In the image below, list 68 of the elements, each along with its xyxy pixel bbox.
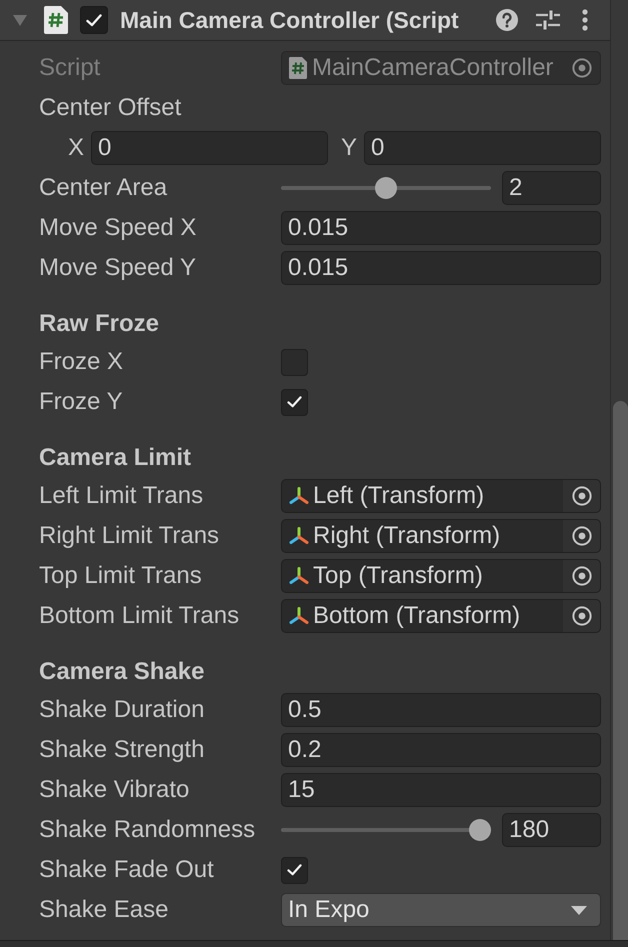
property-label: Center Area bbox=[39, 174, 168, 202]
property-label: Shake Strength bbox=[39, 736, 206, 764]
property-label: Bottom Limit Trans bbox=[39, 602, 240, 630]
number-field[interactable]: 0.2 bbox=[281, 733, 601, 767]
help-icon[interactable] bbox=[496, 9, 518, 31]
property-label: Right Limit Trans bbox=[39, 522, 220, 550]
number-field[interactable]: 0 bbox=[91, 131, 328, 165]
target-icon bbox=[572, 566, 592, 586]
axes-icon bbox=[289, 607, 309, 625]
number-field[interactable]: 0 bbox=[364, 131, 601, 165]
object-picker-button[interactable] bbox=[563, 560, 600, 592]
number-field[interactable]: 0.015 bbox=[281, 211, 601, 245]
toggle-checkbox[interactable] bbox=[281, 388, 308, 416]
property-label: Script bbox=[39, 54, 102, 82]
slider-thumb[interactable] bbox=[375, 177, 397, 199]
object-picker-button[interactable] bbox=[563, 600, 600, 632]
checkmark-icon bbox=[287, 396, 302, 408]
target-icon bbox=[572, 606, 592, 626]
property-label: Froze Y bbox=[39, 388, 124, 416]
number-field[interactable]: 0.5 bbox=[281, 693, 601, 727]
dropdown[interactable]: In Expo bbox=[281, 893, 601, 927]
more-options-icon[interactable] bbox=[582, 9, 588, 31]
number-field[interactable]: 15 bbox=[281, 773, 601, 807]
property-label: Move Speed X bbox=[39, 214, 198, 242]
caret-icon bbox=[571, 906, 587, 914]
property-label: Shake Fade Out bbox=[39, 856, 215, 884]
target-icon bbox=[572, 526, 592, 546]
axes-icon bbox=[289, 527, 309, 545]
property-label: Shake Ease bbox=[39, 896, 170, 924]
component-title: Main Camera Controller (Script bbox=[120, 6, 460, 34]
enable-checkbox[interactable] bbox=[80, 6, 108, 34]
script-file-icon bbox=[44, 6, 68, 34]
property-label: Center Offset bbox=[39, 94, 182, 122]
slider-track[interactable] bbox=[281, 819, 491, 841]
scrollbar-thumb[interactable] bbox=[613, 401, 628, 940]
toggle-checkbox[interactable] bbox=[281, 856, 308, 884]
slider-track[interactable] bbox=[281, 177, 491, 199]
axis-label: Y bbox=[341, 134, 358, 162]
target-icon bbox=[572, 486, 592, 506]
axes-icon bbox=[289, 567, 309, 585]
number-field[interactable]: 0.015 bbox=[281, 251, 601, 285]
checkmark-icon bbox=[86, 14, 102, 26]
property-label: Shake Vibrato bbox=[39, 776, 190, 804]
target-icon bbox=[572, 58, 592, 78]
object-field[interactable]: Right (Transform) bbox=[281, 519, 601, 553]
object-field[interactable]: Left (Transform) bbox=[281, 479, 601, 513]
property-label: Left Limit Trans bbox=[39, 482, 204, 510]
number-field[interactable]: 180 bbox=[502, 813, 601, 847]
section-heading: Raw Froze bbox=[39, 310, 160, 338]
axis-label: X bbox=[68, 134, 84, 162]
object-picker-button[interactable] bbox=[563, 520, 600, 552]
toggle-checkbox[interactable] bbox=[281, 348, 308, 376]
section-heading: Camera Limit bbox=[39, 444, 192, 472]
property-label: Shake Randomness bbox=[39, 816, 256, 844]
property-label: Move Speed Y bbox=[39, 254, 197, 282]
object-field[interactable]: Bottom (Transform) bbox=[281, 599, 601, 633]
object-field[interactable]: Top (Transform) bbox=[281, 559, 601, 593]
slider-thumb[interactable] bbox=[469, 819, 491, 841]
script-file-icon bbox=[289, 57, 307, 79]
checkmark-icon bbox=[287, 864, 302, 876]
number-field[interactable]: 2 bbox=[502, 171, 601, 205]
property-label: Shake Duration bbox=[39, 696, 206, 724]
object-picker-button[interactable] bbox=[563, 480, 600, 512]
property-label: Top Limit Trans bbox=[39, 562, 203, 590]
property-label: Froze X bbox=[39, 348, 124, 376]
axes-icon bbox=[289, 487, 309, 505]
sliders-icon[interactable] bbox=[536, 9, 560, 31]
section-heading: Camera Shake bbox=[39, 658, 204, 686]
